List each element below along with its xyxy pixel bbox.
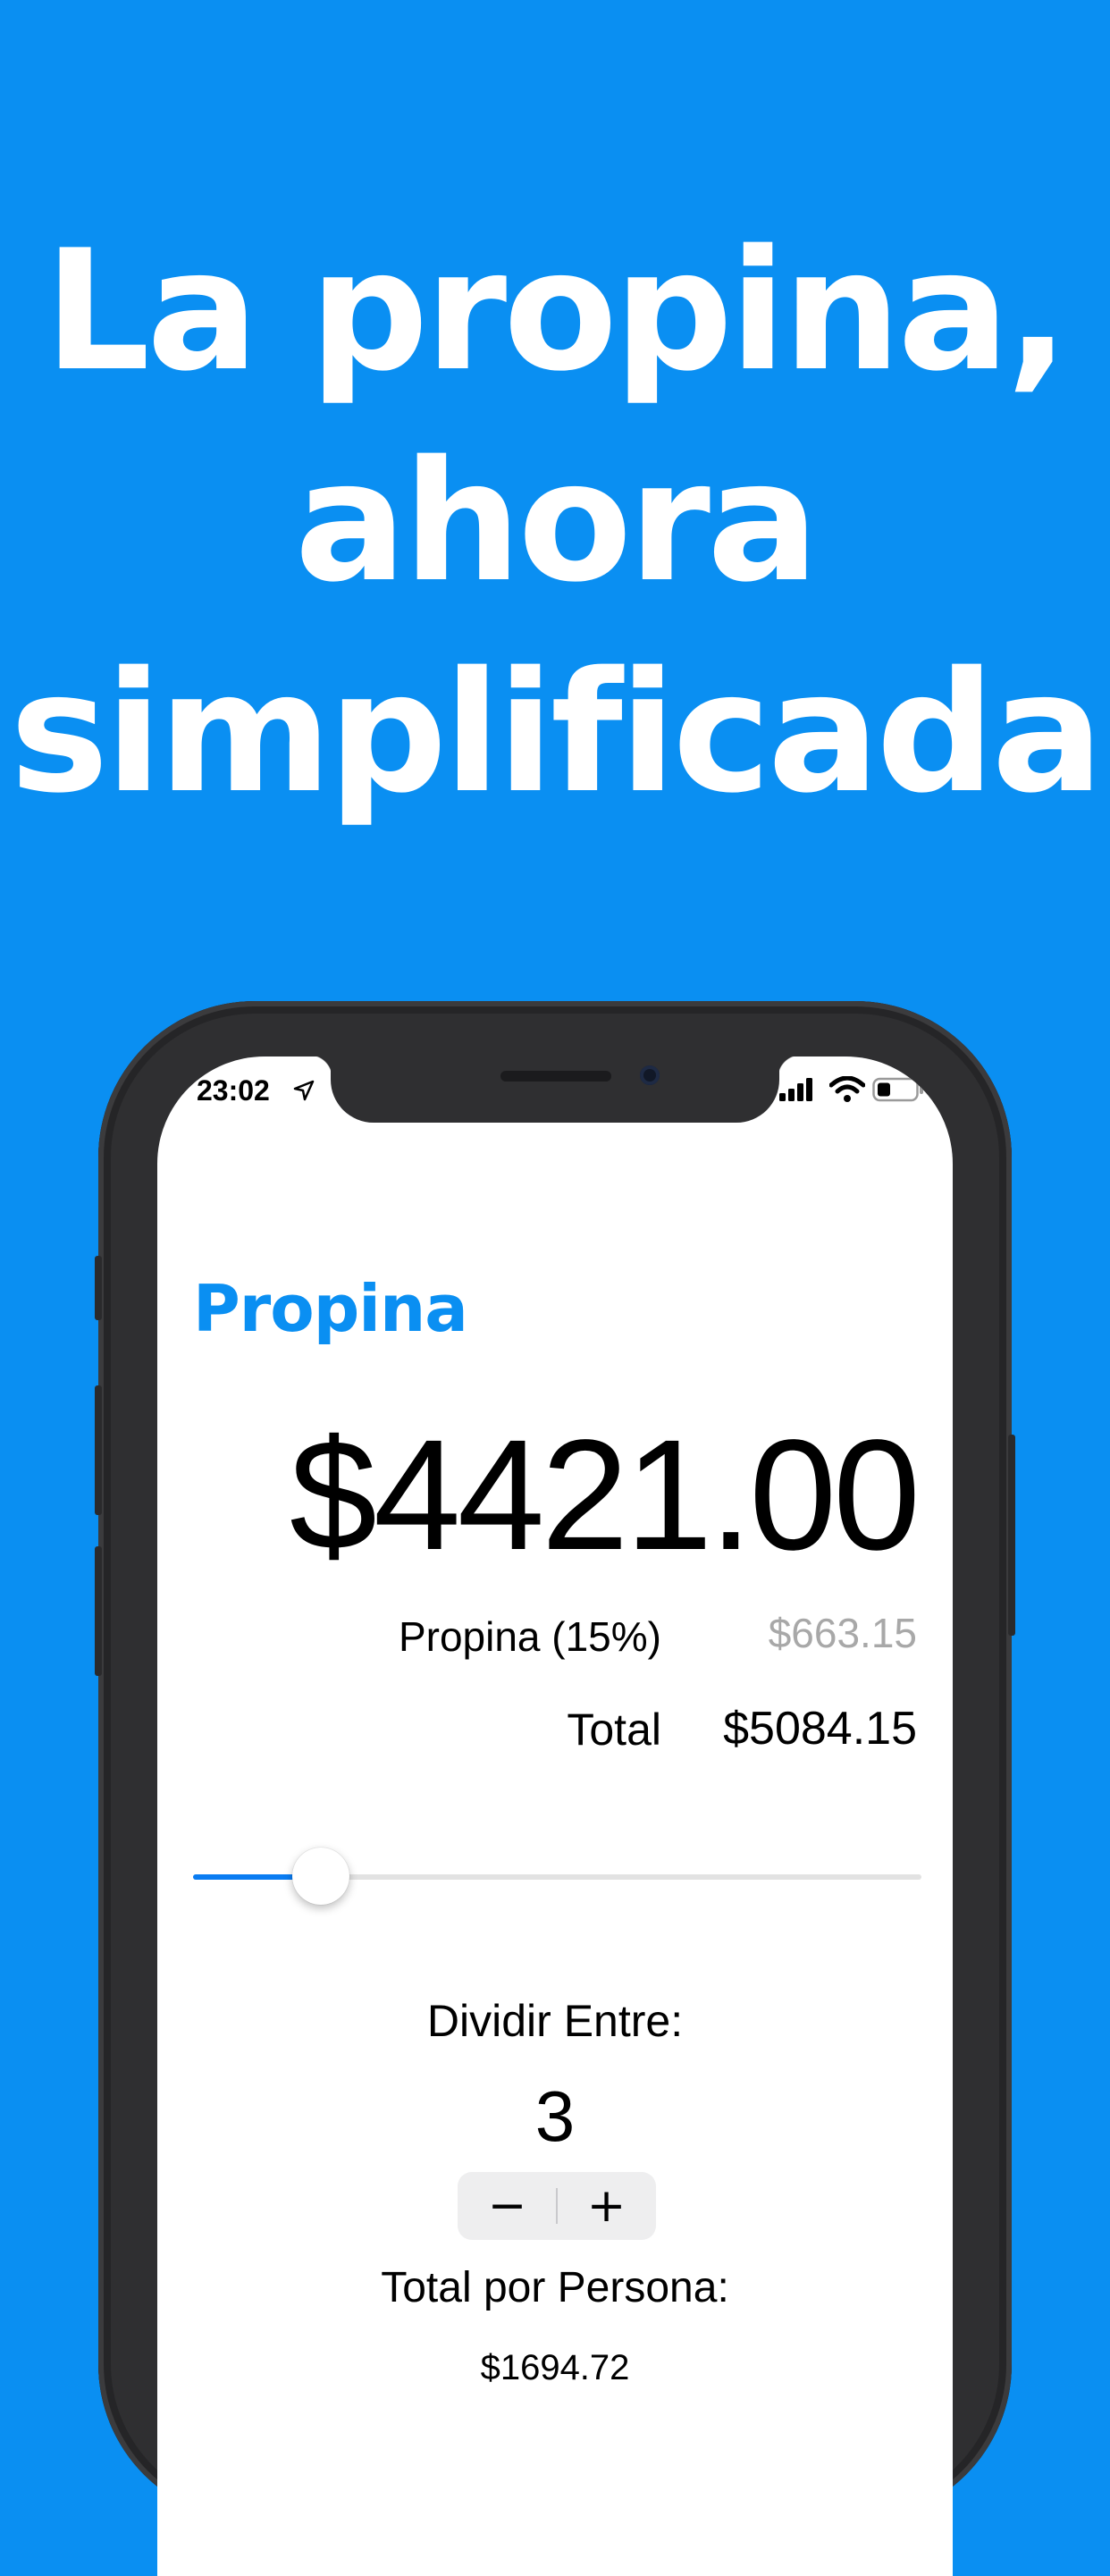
- phone-frame: 23:02 Propina $4421.00 Propina (15%) $66…: [95, 1001, 1015, 2576]
- app-screen: 23:02 Propina $4421.00 Propina (15%) $66…: [157, 1056, 953, 2576]
- bill-amount[interactable]: $4421.00: [290, 1405, 921, 1586]
- mute-switch: [95, 1256, 102, 1320]
- wifi-icon: [829, 1076, 865, 1102]
- volume-up-button: [95, 1385, 102, 1515]
- power-button: [1008, 1435, 1015, 1636]
- cellular-signal-icon: [779, 1078, 812, 1101]
- increment-button[interactable]: +: [557, 2172, 656, 2240]
- headline-line-3: simplificada: [9, 636, 1104, 829]
- location-arrow-icon: [293, 1080, 315, 1101]
- split-stepper: − +: [458, 2172, 656, 2240]
- notch: [309, 1056, 801, 1123]
- headline: La propina, ahora simplificada: [0, 206, 1110, 838]
- total-value: $5084.15: [723, 1703, 917, 1755]
- decrement-button[interactable]: −: [458, 2172, 557, 2240]
- tip-value: $663.15: [768, 1610, 917, 1656]
- split-count: 3: [534, 2076, 576, 2156]
- volume-down-button: [95, 1546, 102, 1676]
- tip-slider-thumb[interactable]: [292, 1848, 350, 1905]
- speaker-grille: [500, 1071, 611, 1082]
- tip-slider[interactable]: [193, 1848, 921, 1905]
- headline-line-2: ahora: [294, 425, 820, 619]
- status-time: 23:02: [197, 1074, 270, 1107]
- app-title: Propina: [193, 1271, 468, 1346]
- per-person-label: Total por Persona:: [381, 2264, 729, 2311]
- total-label: Total: [567, 1705, 661, 1755]
- battery-icon: [872, 1077, 923, 1102]
- tip-label: Propina (15%): [398, 1613, 661, 1660]
- front-camera: [640, 1065, 660, 1085]
- per-person-value: $1694.72: [480, 2348, 630, 2387]
- headline-line-1: La propina,: [44, 214, 1070, 408]
- split-label: Dividir Entre:: [426, 1996, 684, 2046]
